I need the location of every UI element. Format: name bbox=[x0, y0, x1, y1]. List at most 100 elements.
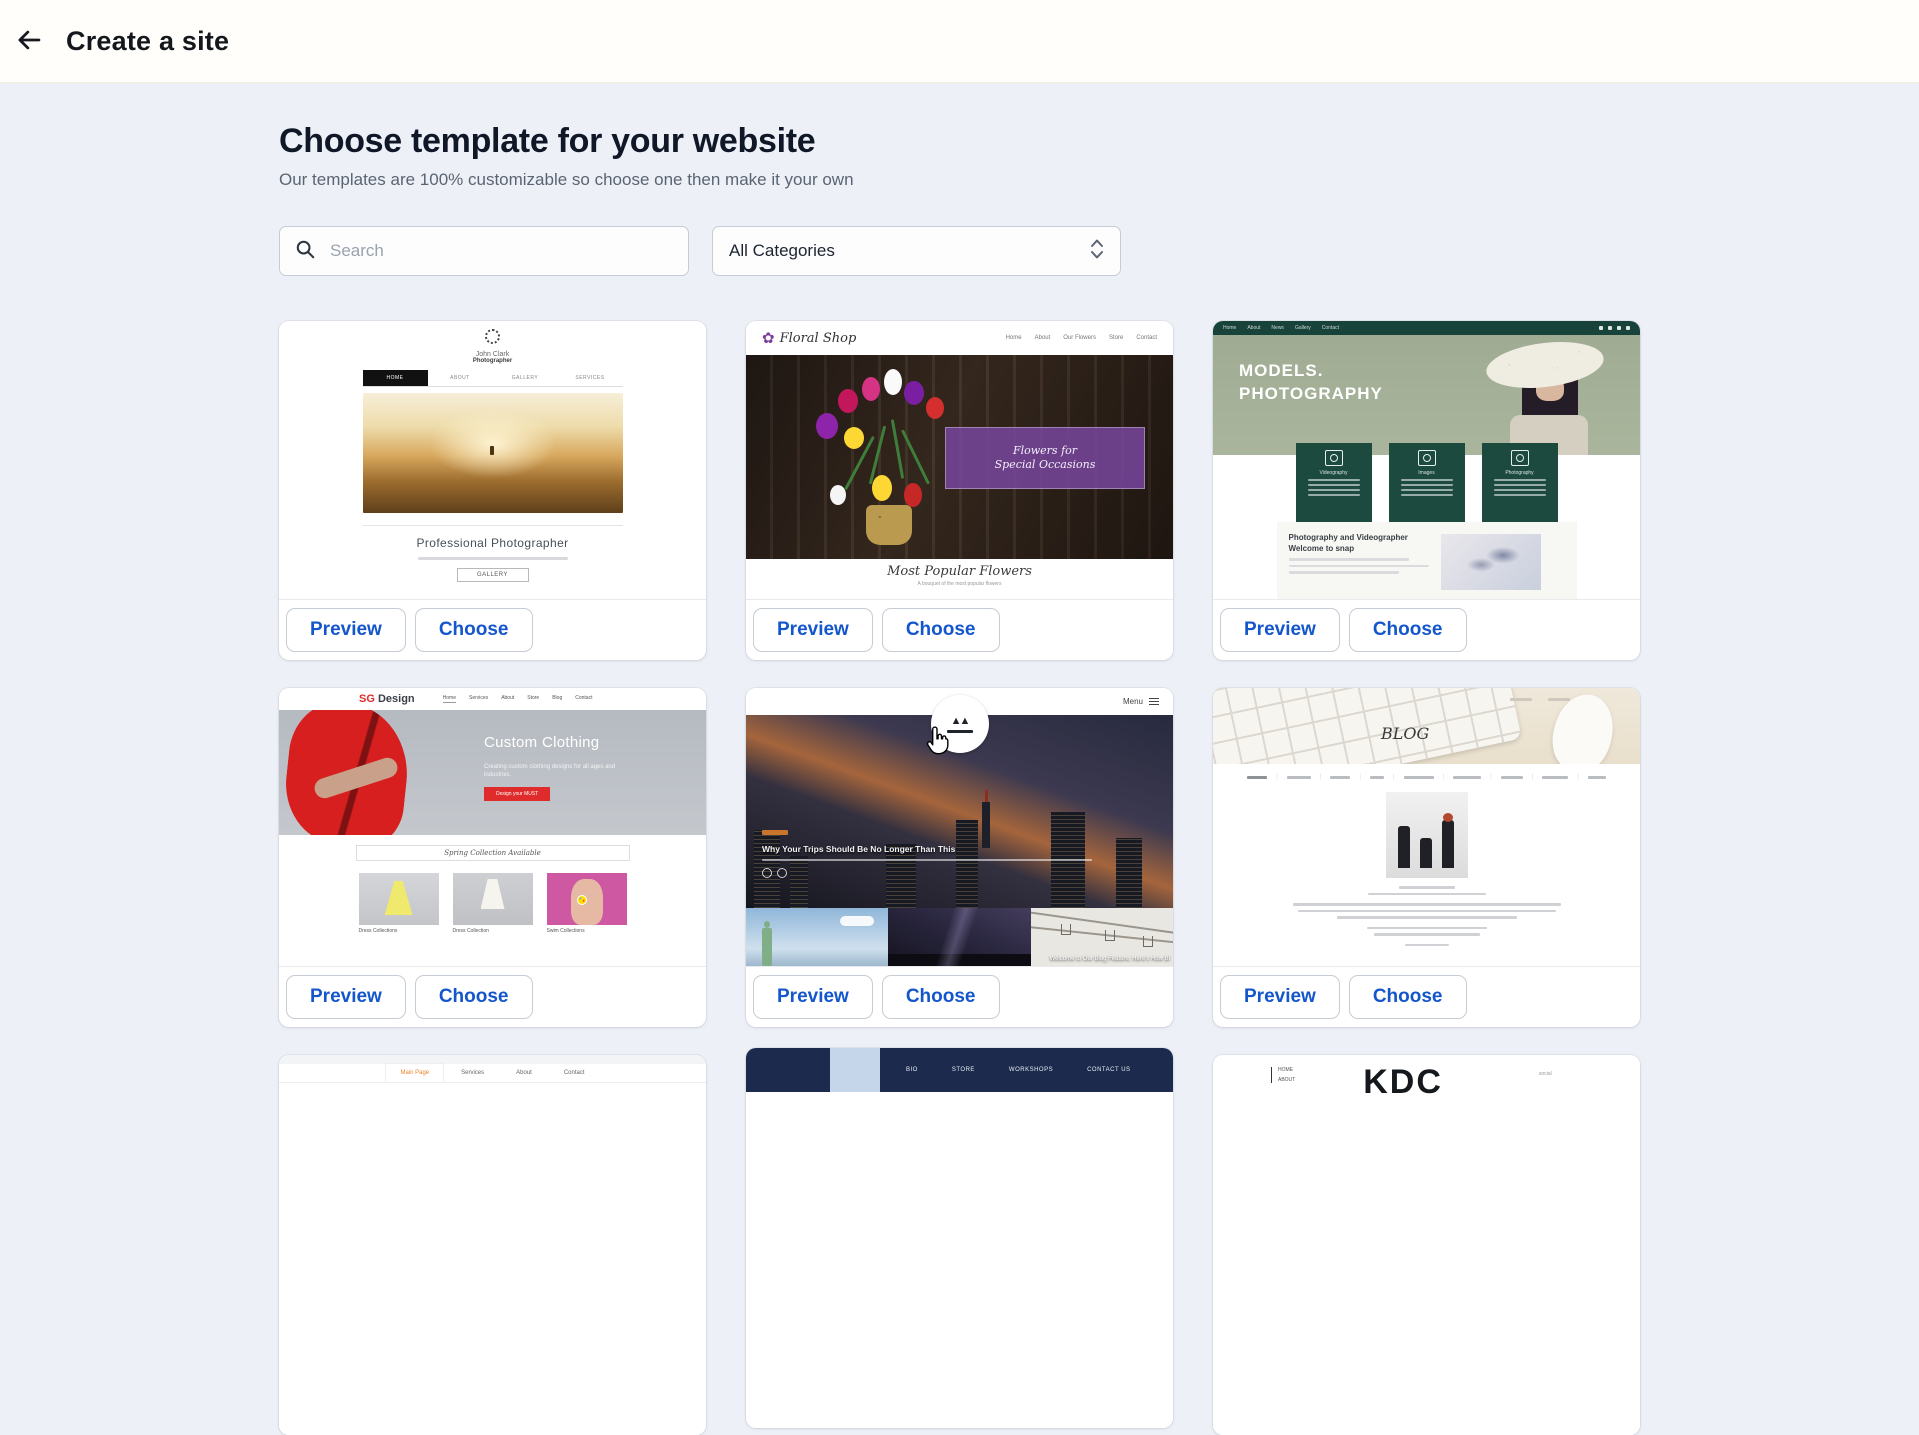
vase bbox=[866, 505, 912, 545]
template-grid: John Clark Photographer HOME ABOUT GALLE… bbox=[279, 321, 1640, 1435]
model-photo bbox=[1472, 341, 1622, 455]
site-name: John Clark bbox=[279, 351, 706, 358]
blog-script-word: BLOG bbox=[1381, 724, 1429, 743]
back-button[interactable] bbox=[6, 18, 52, 64]
choose-button[interactable]: Choose bbox=[415, 608, 533, 652]
template-preview-travel-blog: Menu ▲▲ Why Your Trips Should Be No Long… bbox=[746, 688, 1173, 966]
template-preview-photographer: John Clark Photographer HOME ABOUT GALLE… bbox=[279, 321, 706, 599]
preview-button[interactable]: Preview bbox=[1220, 975, 1340, 1019]
page-subtitle: Our templates are 100% customizable so c… bbox=[279, 170, 1919, 190]
template-card-partial-middle: BIO STORE WORKSHOPS CONTACT US bbox=[746, 1048, 1173, 1428]
product-caption: Dress Collection bbox=[453, 928, 533, 934]
mini-subheading: A bouquet of the most popular flowers bbox=[746, 581, 1173, 587]
hero-banner: Flowers for Special Occasions bbox=[945, 427, 1145, 489]
carousel-arrows bbox=[762, 868, 1092, 878]
product-item: Dress Collection bbox=[453, 873, 533, 934]
mini-nav-item: About bbox=[501, 695, 514, 703]
template-card-floral-shop: ✿ Floral Shop Home About Our Flowers Sto… bbox=[746, 321, 1173, 660]
active-tab bbox=[830, 1048, 880, 1092]
section-heading: Welcome to snap bbox=[1289, 543, 1429, 554]
mini-nav-item: ABOUT bbox=[1278, 1077, 1295, 1083]
text-line bbox=[1289, 565, 1429, 568]
mini-nav-item: Store bbox=[1109, 335, 1123, 341]
template-card-partial-left: Main Page Services About Contact bbox=[279, 1055, 706, 1435]
category-select[interactable]: All Categories bbox=[712, 226, 1121, 276]
select-chevrons-icon bbox=[1090, 237, 1104, 266]
mini-nav-item: HOME bbox=[1278, 1067, 1295, 1073]
mini-nav-item: Services bbox=[469, 695, 488, 703]
statue-of-liberty-photo bbox=[746, 908, 888, 966]
template-preview-partial-right: HOME ABOUT KDC social bbox=[1213, 1055, 1640, 1435]
mini-nav-item: HOME bbox=[363, 370, 428, 386]
text-line bbox=[418, 557, 568, 560]
swimwear-photo bbox=[547, 873, 627, 925]
film-icon bbox=[1325, 450, 1343, 466]
template-card-partial-right: HOME ABOUT KDC social bbox=[1213, 1055, 1640, 1435]
template-preview-partial-middle: BIO STORE WORKSHOPS CONTACT US bbox=[746, 1048, 1173, 1428]
preview-button[interactable]: Preview bbox=[1220, 608, 1340, 652]
mini-nav: Main Page Services About Contact bbox=[279, 1064, 706, 1083]
mini-nav-item: About bbox=[502, 1064, 546, 1082]
preview-button[interactable]: Preview bbox=[286, 608, 406, 652]
text-line bbox=[762, 859, 1092, 862]
mini-cta-button: Design your MUST bbox=[484, 787, 550, 801]
mini-nav-item: Blog bbox=[552, 695, 562, 703]
mouse-cursor-pointer bbox=[924, 726, 950, 761]
mini-nav: Home About News Gallery Contact bbox=[1213, 321, 1640, 335]
mini-nav-item: GALLERY bbox=[493, 370, 558, 386]
hero-subtext: Creating custom clothing designs for all… bbox=[484, 763, 634, 779]
text-line bbox=[1293, 903, 1561, 906]
preview-button[interactable]: Preview bbox=[753, 975, 873, 1019]
mini-side-nav: HOME ABOUT bbox=[1271, 1067, 1295, 1083]
mini-nav-item: WORKSHOPS bbox=[1009, 1067, 1053, 1073]
text-line bbox=[1367, 927, 1487, 930]
filter-controls: All Categories bbox=[279, 226, 1919, 276]
mini-nav-item: Store bbox=[527, 695, 539, 703]
night-sky-photo bbox=[888, 908, 1030, 966]
preview-button[interactable]: Preview bbox=[286, 975, 406, 1019]
about-panel: Photography and Videographer Welcome to … bbox=[1277, 522, 1577, 599]
choose-button[interactable]: Choose bbox=[1349, 975, 1467, 1019]
mini-nav-item: STORE bbox=[952, 1067, 975, 1073]
blog-thumbnails: Welcome to Our Blog Feature, Here's How … bbox=[746, 908, 1173, 966]
article-text-placeholder bbox=[1213, 886, 1640, 946]
mini-nav-item: Contact bbox=[550, 1064, 599, 1082]
preview-button[interactable]: Preview bbox=[753, 608, 873, 652]
product-caption: Dress Collections bbox=[359, 928, 439, 934]
template-preview-models-photography: Home About News Gallery Contact MODELS. … bbox=[1213, 321, 1640, 599]
text-line bbox=[1374, 933, 1480, 936]
search-input[interactable] bbox=[328, 240, 652, 262]
mini-brand: SG Design bbox=[359, 693, 415, 705]
mini-heading: Most Popular Flowers bbox=[746, 564, 1173, 579]
search-box[interactable] bbox=[279, 226, 689, 276]
models-hero: MODELS. PHOTOGRAPHY bbox=[1213, 335, 1640, 455]
aperture-logo-icon bbox=[485, 329, 500, 344]
social-icons bbox=[1599, 326, 1630, 330]
white-dress-photo bbox=[453, 873, 533, 925]
red-dress-hero: Custom Clothing Creating custom clothing… bbox=[279, 710, 706, 835]
product-row: Dress Collections Dress Collection Swim … bbox=[279, 873, 706, 934]
choose-button[interactable]: Choose bbox=[415, 975, 533, 1019]
feature-label: Images bbox=[1389, 470, 1465, 476]
mini-nav: HOME ABOUT GALLERY SERVICES bbox=[363, 370, 623, 387]
choose-button[interactable]: Choose bbox=[882, 975, 1000, 1019]
mini-nav-item: Home bbox=[443, 695, 456, 703]
mini-nav-item: Home bbox=[1006, 335, 1022, 341]
mini-brand: KDC bbox=[1363, 1067, 1443, 1097]
product-caption: Swim Collections bbox=[547, 928, 627, 934]
mini-nav-placeholder: || || || || bbox=[1213, 764, 1640, 780]
choose-button[interactable]: Choose bbox=[882, 608, 1000, 652]
mini-nav-item: Contact bbox=[1322, 325, 1339, 331]
template-card-travel-blog: Menu ▲▲ Why Your Trips Should Be No Long… bbox=[746, 688, 1173, 1027]
feature-cards: Videography Images Photography bbox=[1213, 443, 1640, 522]
text-line bbox=[1298, 910, 1556, 913]
template-preview-floral-shop: ✿ Floral Shop Home About Our Flowers Sto… bbox=[746, 321, 1173, 599]
template-card-sg-design: SG Design Home Services About Store Blog… bbox=[279, 688, 706, 1027]
arrow-left-icon bbox=[15, 26, 43, 57]
choose-button[interactable]: Choose bbox=[1349, 608, 1467, 652]
top-bar: Create a site bbox=[0, 0, 1919, 82]
overlay-nav-placeholder bbox=[1510, 698, 1570, 701]
mini-nav-item: SERVICES bbox=[558, 370, 623, 386]
tulip-bouquet-photo: Flowers for Special Occasions bbox=[746, 355, 1173, 559]
collection-banner: Spring Collection Available bbox=[356, 845, 630, 861]
